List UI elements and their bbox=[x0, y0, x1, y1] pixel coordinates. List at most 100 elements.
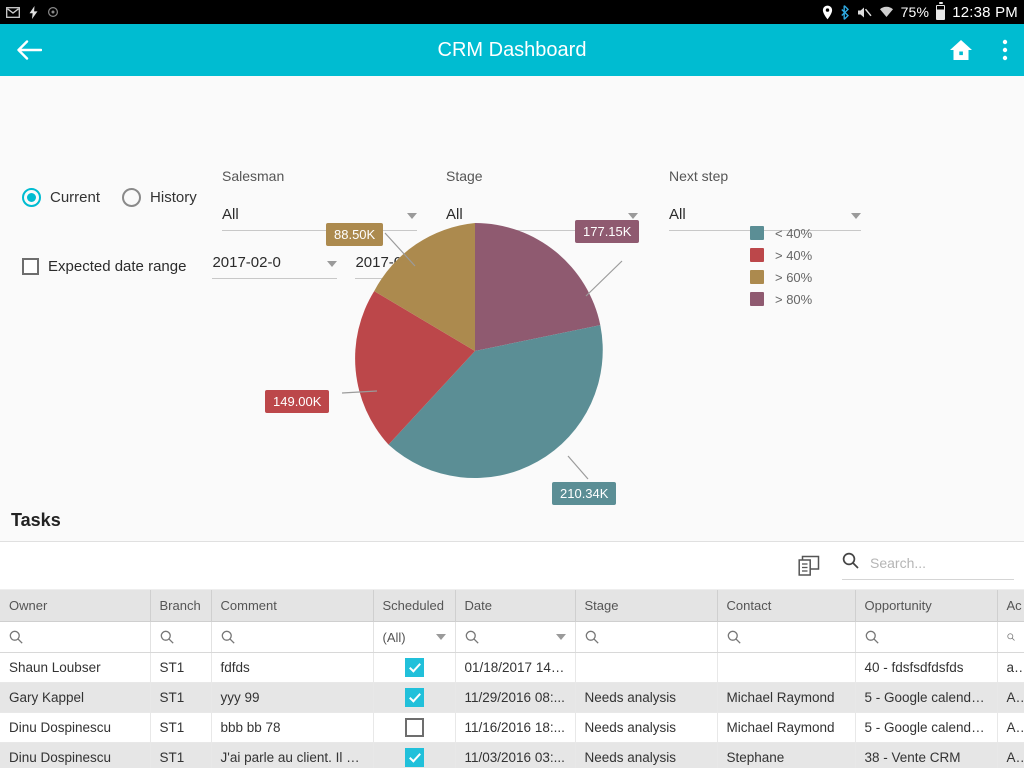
wifi-icon bbox=[879, 6, 894, 18]
filter-comment[interactable] bbox=[211, 621, 374, 653]
battery-percent: 75% bbox=[900, 4, 930, 20]
cell-account: Am bbox=[997, 682, 1024, 713]
col-scheduled[interactable]: Scheduled bbox=[373, 590, 456, 622]
scheduled-checkbox[interactable] bbox=[404, 658, 424, 677]
cell-date: 11/03/2016 03:... bbox=[455, 742, 576, 768]
cell-contact: Michael Raymond bbox=[717, 712, 856, 743]
stage-label: Stage bbox=[446, 168, 483, 184]
cell-branch: ST1 bbox=[150, 712, 212, 743]
battery-icon bbox=[936, 2, 946, 20]
mute-icon bbox=[857, 6, 872, 19]
cell-scheduled[interactable] bbox=[373, 682, 456, 713]
cell-account: Am bbox=[997, 712, 1024, 743]
pie-label-gt40: 149.00K bbox=[265, 390, 330, 413]
table-row[interactable]: Gary Kappel ST1 yyy 99 11/29/2016 08:...… bbox=[0, 682, 1024, 713]
status-bar-right-icons: 75% 12:38 PM bbox=[822, 2, 1018, 21]
scheduled-filter-value: (All) bbox=[382, 629, 406, 645]
cell-scheduled[interactable] bbox=[373, 742, 456, 768]
legend-item-gt40: > 40% bbox=[750, 244, 812, 266]
filter-stage[interactable] bbox=[575, 621, 718, 653]
cell-contact bbox=[717, 652, 856, 683]
app-bar: CRM Dashboard bbox=[0, 24, 1024, 76]
cell-date: 11/16/2016 18:... bbox=[455, 712, 576, 743]
pie-chart-region: 177.15K 210.34K 149.00K 88.50K < 40% > 4… bbox=[0, 206, 1024, 505]
col-opportunity[interactable]: Opportunity bbox=[855, 590, 998, 622]
cell-stage: Needs analysis bbox=[575, 712, 718, 743]
filter-scheduled[interactable]: (All) bbox=[373, 621, 456, 653]
filter-contact[interactable] bbox=[717, 621, 856, 653]
scheduled-checkbox[interactable] bbox=[404, 748, 424, 767]
bluetooth-icon bbox=[840, 4, 850, 20]
radio-history-indicator[interactable] bbox=[122, 188, 142, 207]
filter-opportunity[interactable] bbox=[855, 621, 998, 653]
pie-label-gt80: 177.15K bbox=[575, 220, 640, 243]
cell-account: AB bbox=[997, 742, 1024, 768]
legend-item-gt80: > 80% bbox=[750, 288, 812, 310]
cell-opportunity: 5 - Google calendar ... bbox=[855, 682, 998, 713]
scheduled-checkbox[interactable] bbox=[404, 718, 424, 737]
cell-stage bbox=[575, 652, 718, 683]
clock: 12:38 PM bbox=[952, 3, 1018, 21]
legend-swatch bbox=[750, 248, 764, 262]
page-title: CRM Dashboard bbox=[437, 38, 587, 61]
col-comment[interactable]: Comment bbox=[211, 590, 374, 622]
legend-label: < 40% bbox=[775, 225, 813, 241]
grid-search-field[interactable]: Search... bbox=[842, 552, 1014, 580]
legend-label: > 60% bbox=[775, 269, 813, 285]
sync-icon bbox=[47, 6, 59, 18]
col-date[interactable]: Date bbox=[455, 590, 576, 622]
status-bar-left-icons bbox=[6, 5, 59, 19]
cell-comment: fdfds bbox=[211, 652, 374, 683]
pie-label-lt40: 210.34K bbox=[552, 482, 617, 505]
scheduled-checkbox[interactable] bbox=[404, 688, 424, 707]
more-vertical-icon[interactable] bbox=[1002, 38, 1008, 62]
filter-date[interactable] bbox=[455, 621, 576, 653]
filter-account[interactable] bbox=[997, 621, 1024, 653]
table-row[interactable]: Dinu Dospinescu ST1 J'ai parle au client… bbox=[0, 742, 1024, 768]
legend-label: > 80% bbox=[775, 291, 813, 307]
radio-current-indicator[interactable] bbox=[22, 188, 41, 207]
cell-comment: yyy 99 bbox=[211, 682, 374, 713]
cell-contact: Stephane bbox=[717, 742, 856, 768]
home-icon[interactable] bbox=[948, 38, 974, 62]
col-contact[interactable]: Contact bbox=[717, 590, 856, 622]
cell-branch: ST1 bbox=[150, 742, 212, 768]
radio-current[interactable]: Current bbox=[22, 188, 100, 207]
gmail-icon bbox=[6, 6, 20, 18]
chevron-down-icon bbox=[555, 634, 566, 640]
legend-item-lt40: < 40% bbox=[750, 222, 812, 244]
flash-icon bbox=[29, 5, 38, 19]
cell-stage: Needs analysis bbox=[575, 742, 718, 768]
table-header-row: Owner Branch Comment Scheduled Date Stag… bbox=[0, 590, 1024, 622]
col-stage[interactable]: Stage bbox=[575, 590, 718, 622]
cell-comment: J'ai parle au client. Il es... bbox=[211, 742, 374, 768]
back-arrow-icon[interactable] bbox=[16, 39, 42, 61]
filter-branch[interactable] bbox=[150, 621, 212, 653]
cell-stage: Needs analysis bbox=[575, 682, 718, 713]
legend-swatch bbox=[750, 270, 764, 284]
cell-scheduled[interactable] bbox=[373, 712, 456, 743]
cell-branch: ST1 bbox=[150, 682, 212, 713]
filter-owner[interactable] bbox=[0, 621, 151, 653]
copy-export-icon[interactable] bbox=[798, 555, 820, 577]
chevron-down-icon bbox=[435, 634, 446, 640]
grid-toolbar: Search... bbox=[0, 542, 1024, 590]
cell-owner: Gary Kappel bbox=[0, 682, 151, 713]
cell-opportunity: 38 - Vente CRM bbox=[855, 742, 998, 768]
table-row[interactable]: Dinu Dospinescu ST1 bbb bb 78 11/16/2016… bbox=[0, 712, 1024, 743]
col-branch[interactable]: Branch bbox=[150, 590, 212, 622]
col-account[interactable]: Ac bbox=[997, 590, 1024, 622]
cell-owner: Shaun Loubser bbox=[0, 652, 151, 683]
legend-item-gt60: > 60% bbox=[750, 266, 812, 288]
radio-history[interactable]: History bbox=[122, 188, 197, 207]
cell-account: asf bbox=[997, 652, 1024, 683]
chart-legend: < 40% > 40% > 60% > 80% bbox=[750, 222, 812, 310]
col-owner[interactable]: Owner bbox=[0, 590, 151, 622]
cell-branch: ST1 bbox=[150, 652, 212, 683]
radio-current-label: Current bbox=[50, 189, 101, 206]
legend-label: > 40% bbox=[775, 247, 813, 263]
cell-owner: Dinu Dospinescu bbox=[0, 742, 151, 768]
cell-scheduled[interactable] bbox=[373, 652, 456, 683]
location-icon bbox=[822, 5, 833, 20]
table-row[interactable]: Shaun Loubser ST1 fdfds 01/18/2017 14:..… bbox=[0, 652, 1024, 683]
